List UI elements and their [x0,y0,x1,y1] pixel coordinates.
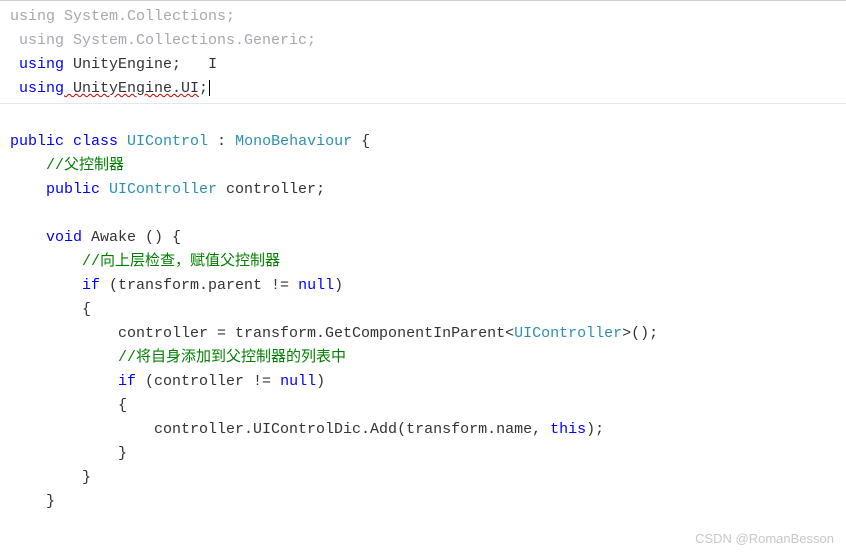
comment: //将自身添加到父控制器的列表中 [10,349,346,366]
base-class: MonoBehaviour [235,133,352,150]
code-line: if (controller != null) [0,370,846,394]
colon: : [208,133,235,150]
code-line: public UIController controller; [0,178,846,202]
code-line: using System.Collections.Generic; [0,29,846,53]
keyword-using: using [10,56,64,73]
code-line: //父控制器 [0,154,846,178]
keyword-if: if [10,277,100,294]
method-name: Awake [82,229,136,246]
keyword-null: null [298,277,334,294]
generic-type: UIController [514,325,622,342]
code-line: controller.UIControlDic.Add(transform.na… [0,418,846,442]
code-line: //向上层检查，赋值父控制器 [0,250,846,274]
keyword-using: using [10,32,64,49]
condition: (transform.parent != [100,277,298,294]
namespace: UnityEngine; [64,56,181,73]
brace: } [10,493,55,510]
statement: controller = transform.GetComponentInPar… [10,325,514,342]
keyword-this: this [550,421,586,438]
namespace: System.Collections; [55,8,235,25]
code-line [0,202,846,226]
code-line: } [0,466,846,490]
code-line: } [0,442,846,466]
keyword-public: public [10,181,100,198]
code-editor[interactable]: using System.Collections; using System.C… [0,1,846,518]
code-line: using UnityEngine.UI; [0,77,846,101]
code-line [0,106,846,130]
brace: { [10,397,127,414]
section-divider [0,103,846,104]
namespace: UnityEngine.UI [64,80,199,97]
keyword-public: public [10,133,64,150]
field-type: UIController [100,181,217,198]
code-line: controller = transform.GetComponentInPar… [0,322,846,346]
code-line: //将自身添加到父控制器的列表中 [0,346,846,370]
brace: { [352,133,370,150]
statement-end: >(); [622,325,658,342]
code-line: void Awake () { [0,226,846,250]
statement: controller.UIControlDic.Add(transform.na… [10,421,550,438]
close-paren: ) [334,277,343,294]
brace: { [10,301,91,318]
code-line: public class UIControl : MonoBehaviour { [0,130,846,154]
comment: //父控制器 [10,157,124,174]
class-name: UIControl [118,133,208,150]
semicolon: ; [199,80,208,97]
parens: () { [136,229,181,246]
code-line: using System.Collections; [0,5,846,29]
keyword-using: using [10,8,55,25]
watermark-label: CSDN @RomanBesson [695,531,834,546]
brace: } [10,469,91,486]
condition: (controller != [136,373,280,390]
keyword-using: using [10,80,64,97]
keyword-null: null [280,373,316,390]
keyword-void: void [10,229,82,246]
caret-icon [209,80,210,96]
comment: //向上层检查，赋值父控制器 [10,253,280,270]
namespace: System.Collections.Generic; [64,32,316,49]
code-line: { [0,394,846,418]
statement-end: ); [586,421,604,438]
code-line: if (transform.parent != null) [0,274,846,298]
text-cursor-icon: I [208,53,217,77]
keyword-if: if [10,373,136,390]
brace: } [10,445,127,462]
close-paren: ) [316,373,325,390]
field-name: controller; [217,181,325,198]
code-line: using UnityEngine; I [0,53,846,77]
keyword-class: class [64,133,118,150]
code-line: } [0,490,846,514]
code-line: { [0,298,846,322]
